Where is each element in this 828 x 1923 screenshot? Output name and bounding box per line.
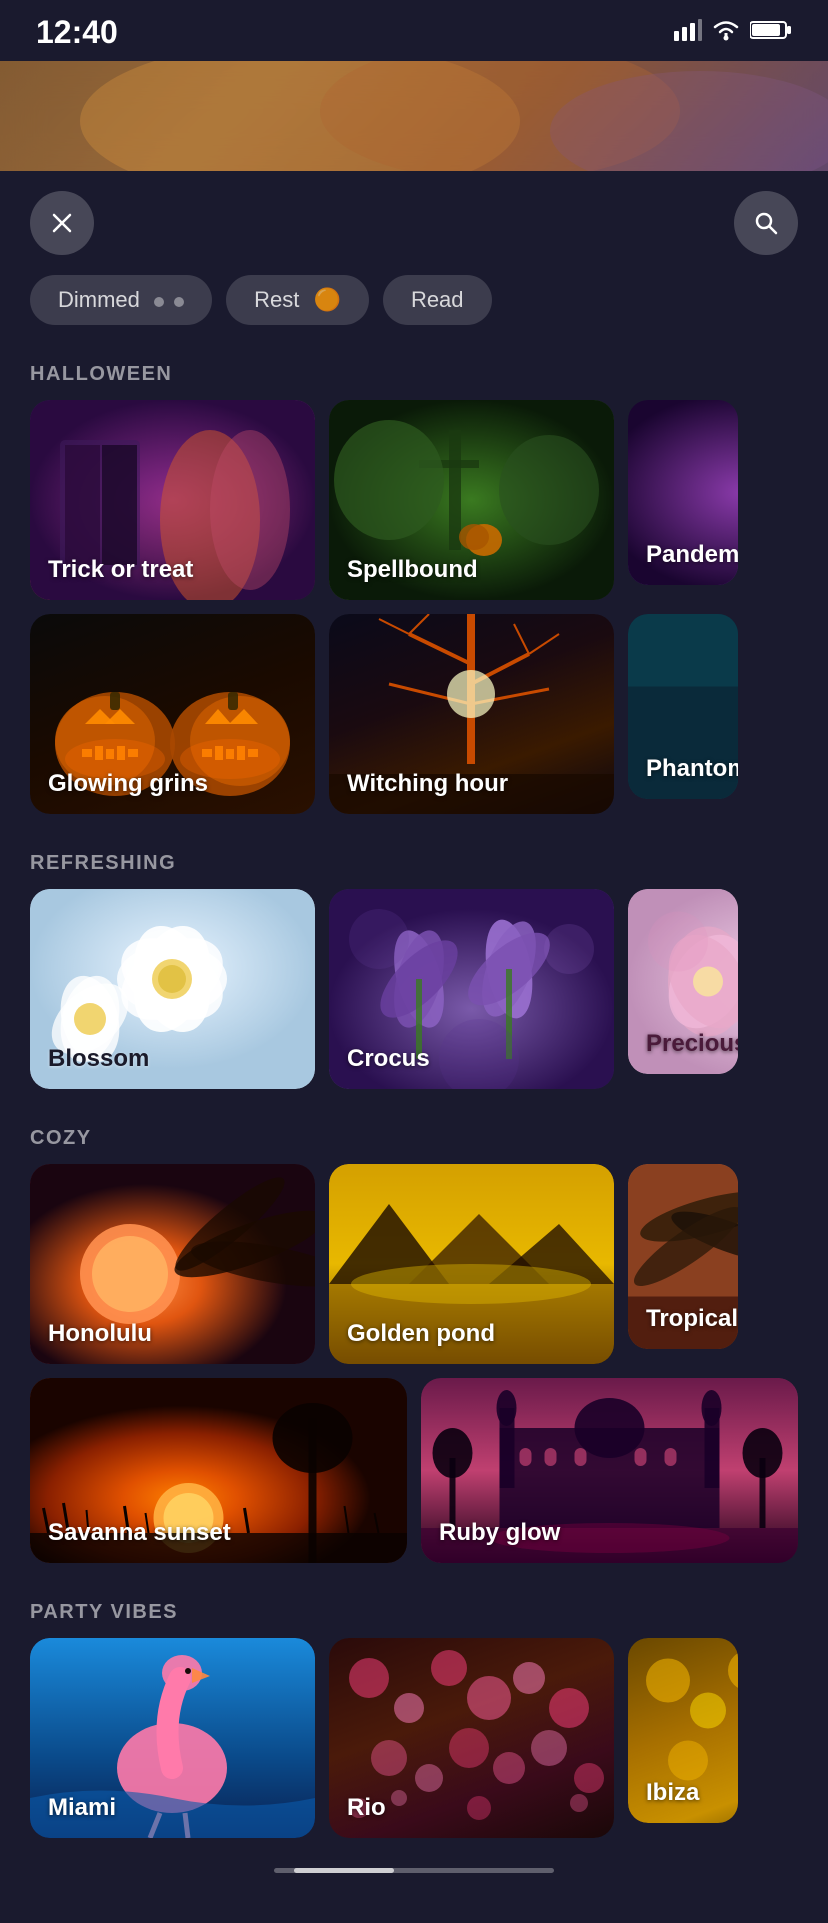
scene-glowing-grins[interactable]: Glowing grins (30, 614, 315, 814)
scene-label-crocus: Crocus (347, 1045, 430, 1073)
scroll-bar-fill (294, 1868, 394, 1873)
halloween-row-1: Trick or treat (0, 400, 828, 600)
scene-label-trick: Trick or treat (48, 556, 193, 584)
status-icons (674, 19, 792, 47)
section-halloween: HALLOWEEN (0, 345, 828, 814)
scene-label-golden: Golden pond (347, 1320, 495, 1348)
scene-label-miami: Miami (48, 1794, 116, 1822)
cozy-row-1: Honolulu (0, 1164, 828, 1364)
scene-tropical-partial[interactable]: Tropical t (628, 1164, 738, 1349)
status-time: 12:40 (36, 14, 118, 51)
scene-label-witching: Witching hour (347, 770, 508, 798)
section-title-party: PARTY VIBES (0, 1583, 828, 1638)
scene-witching-hour[interactable]: Witching hour (329, 614, 614, 814)
scene-miami[interactable]: Miami (30, 1638, 315, 1838)
scroll-indicator (0, 1858, 828, 1883)
scene-honolulu[interactable]: Honolulu (30, 1164, 315, 1364)
refreshing-row-1: Blossom (0, 889, 828, 1089)
section-title-refreshing: REFRESHING (0, 834, 828, 889)
scene-label-honolulu: Honolulu (48, 1320, 152, 1348)
scene-label-pandemo: Pandemo (646, 541, 738, 569)
section-title-halloween: HALLOWEEN (0, 345, 828, 400)
chip-rest[interactable]: Rest 🟠 (226, 275, 369, 325)
scene-trick-or-treat[interactable]: Trick or treat (30, 400, 315, 600)
scene-phantom-partial[interactable]: Phantom (628, 614, 738, 799)
section-cozy: COZY (0, 1109, 828, 1563)
search-button[interactable] (734, 191, 798, 255)
scroll-content[interactable]: HALLOWEEN (0, 345, 828, 1923)
top-blur-area (0, 61, 828, 181)
scene-crocus[interactable]: Crocus (329, 889, 614, 1089)
scene-label-tropical: Tropical t (646, 1305, 738, 1333)
scene-label-phantom: Phantom (646, 755, 738, 783)
chip-read[interactable]: Read (383, 275, 492, 325)
scene-label-savanna: Savanna sunset (48, 1519, 231, 1547)
halloween-row-2: Glowing grins (0, 600, 828, 814)
scene-label-ibiza: Ibiza (646, 1779, 699, 1807)
party-row-1: Miami (0, 1638, 828, 1838)
chips-row: Dimmed Rest 🟠 Read (0, 275, 828, 345)
scene-label-ruby: Ruby glow (439, 1519, 560, 1547)
section-title-cozy: COZY (0, 1109, 828, 1164)
wifi-icon (712, 19, 740, 46)
scene-pandemo-partial[interactable]: Pandemo (628, 400, 738, 585)
close-button[interactable] (30, 191, 94, 255)
scene-rio[interactable]: Rio (329, 1638, 614, 1838)
scene-savanna[interactable]: Savanna sunset (30, 1378, 407, 1563)
scene-spellbound[interactable]: Spellbound (329, 400, 614, 600)
section-refreshing: REFRESHING (0, 834, 828, 1089)
scene-precious-partial[interactable]: Precious (628, 889, 738, 1074)
scroll-bar (274, 1868, 554, 1873)
scene-ruby[interactable]: Ruby glow (421, 1378, 798, 1563)
scene-label-spellbound: Spellbound (347, 556, 478, 584)
battery-icon (750, 19, 792, 46)
scene-label-glowing: Glowing grins (48, 770, 208, 798)
scene-blossom[interactable]: Blossom (30, 889, 315, 1089)
section-party: PARTY VIBES (0, 1583, 828, 1838)
status-bar: 12:40 (0, 0, 828, 61)
scene-label-blossom: Blossom (48, 1045, 149, 1073)
scene-golden-pond[interactable]: Golden pond (329, 1164, 614, 1364)
header-controls (0, 171, 828, 275)
scene-label-rio: Rio (347, 1794, 386, 1822)
cozy-row-2: Savanna sunset (0, 1364, 828, 1563)
chip-dimmed[interactable]: Dimmed (30, 275, 212, 325)
signal-icon (674, 19, 702, 47)
scene-ibiza-partial[interactable]: Ibiza (628, 1638, 738, 1823)
scene-label-precious: Precious (646, 1030, 738, 1058)
